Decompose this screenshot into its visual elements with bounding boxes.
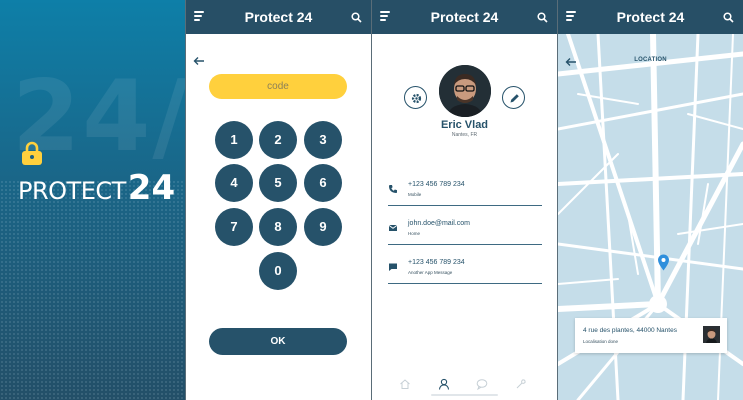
- contact-value: +123 456 789 234: [408, 181, 465, 188]
- tools-icon[interactable]: [515, 378, 527, 390]
- world-map-pattern: [0, 180, 185, 400]
- ok-button[interactable]: OK: [209, 328, 347, 355]
- contact-row-mobile[interactable]: +123 456 789 234 Mobile: [388, 180, 542, 206]
- app-title: Protect 24: [430, 9, 499, 25]
- key-0[interactable]: 0: [259, 252, 297, 290]
- mail-icon: [388, 225, 398, 231]
- brand-logo: PROTECT24: [18, 168, 175, 208]
- key-6[interactable]: 6: [304, 164, 342, 202]
- pencil-icon: [510, 94, 519, 103]
- search-icon[interactable]: [537, 12, 548, 23]
- location-screen: Protect 24 LOCATION 4 rue des plantes, 4…: [558, 0, 743, 400]
- map-pin-icon[interactable]: [657, 254, 670, 271]
- key-7[interactable]: 7: [215, 208, 253, 246]
- location-address: 4 rue des plantes, 44000 Nantes: [583, 327, 677, 334]
- app-bar: Protect 24: [558, 0, 743, 34]
- brand-number: 24: [127, 168, 176, 208]
- contact-row-email[interactable]: john.doe@mail.com Home: [388, 219, 542, 245]
- profile-name: Eric Vlad: [440, 119, 489, 131]
- edit-button[interactable]: [502, 86, 525, 109]
- settings-button[interactable]: [404, 86, 427, 109]
- splash-screen: 24/7 PROTECT24: [0, 0, 185, 400]
- code-input[interactable]: [209, 74, 347, 99]
- app-bar: Protect 24: [372, 0, 557, 34]
- location-card[interactable]: 4 rue des plantes, 44000 Nantes Localisa…: [575, 318, 727, 353]
- arrow-left-icon[interactable]: [193, 56, 205, 66]
- contact-label: Another App Message: [408, 270, 453, 275]
- user-icon[interactable]: [438, 378, 450, 390]
- contact-value: john.doe@mail.com: [408, 220, 470, 227]
- contact-row-message[interactable]: +123 456 789 234 Another App Message: [388, 258, 542, 284]
- key-4[interactable]: 4: [215, 164, 253, 202]
- avatar: [439, 65, 491, 117]
- key-2[interactable]: 2: [259, 121, 297, 159]
- contact-label: Home: [408, 231, 421, 236]
- key-1[interactable]: 1: [215, 121, 253, 159]
- location-status: Localisation done: [583, 339, 619, 344]
- chat-bubble-icon[interactable]: [476, 378, 488, 390]
- brand-word: PROTECT: [18, 177, 126, 205]
- key-9[interactable]: 9: [304, 208, 342, 246]
- bottom-tab-bar: [372, 370, 557, 400]
- profile-screen: Protect 24 Eric Vlad Nantes, FR +123 456…: [372, 0, 557, 400]
- search-icon[interactable]: [723, 12, 734, 23]
- key-8[interactable]: 8: [259, 208, 297, 246]
- home-icon[interactable]: [399, 378, 411, 390]
- key-5[interactable]: 5: [259, 164, 297, 202]
- code-screen: Protect 24 1 2 3 4 5 6 7 8 9 0 OK: [186, 0, 371, 400]
- profile-location: Nantes, FR: [451, 132, 478, 138]
- lock-icon: [22, 141, 42, 165]
- phone-icon: [389, 185, 397, 193]
- avatar: [703, 326, 720, 343]
- key-3[interactable]: 3: [304, 121, 342, 159]
- search-icon[interactable]: [351, 12, 362, 23]
- home-indicator: [431, 394, 498, 396]
- app-title: Protect 24: [244, 9, 313, 25]
- contact-label: Mobile: [408, 192, 422, 197]
- gear-icon: [411, 93, 422, 104]
- contact-value: +123 456 789 234: [408, 259, 465, 266]
- app-title: Protect 24: [616, 9, 685, 25]
- location-title: LOCATION: [634, 57, 667, 63]
- app-bar: Protect 24: [186, 0, 371, 34]
- chat-icon: [389, 263, 397, 271]
